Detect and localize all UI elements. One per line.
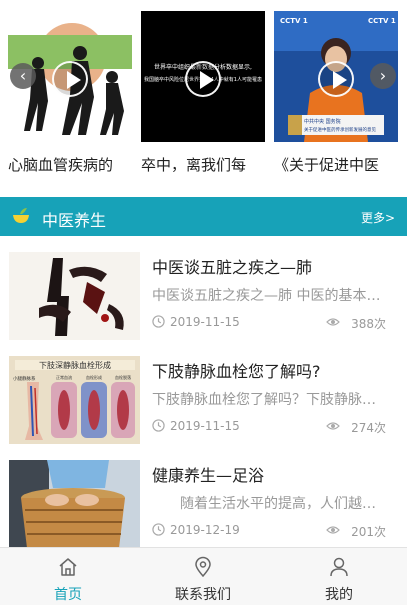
article-excerpt: 中医谈五脏之疾之—肺 中医的基本理论: [152, 288, 386, 304]
eye-icon: [326, 422, 340, 430]
article-meta: 2019-11-15 388次: [152, 314, 386, 332]
section-title: 中医养生: [42, 211, 107, 230]
lower-third-text: 中共中央 国务院: [304, 118, 341, 125]
nav-label: 首页: [54, 587, 82, 603]
view-count: 388次: [351, 317, 386, 331]
section-header: 中医养生 更多>: [0, 197, 407, 236]
home-icon: [59, 558, 77, 576]
publish-date: 2019-11-15: [170, 419, 240, 433]
clock-icon: [152, 523, 165, 536]
play-icon[interactable]: [185, 61, 221, 97]
video-caption: 《关于促进中医: [274, 156, 380, 174]
more-link[interactable]: 更多>: [361, 209, 395, 226]
nav-label: 我的: [325, 587, 353, 603]
publish-date: 2019-12-19: [170, 523, 240, 537]
play-icon[interactable]: [318, 61, 354, 97]
nav-item-contact[interactable]: 联系我们: [135, 548, 271, 605]
thumb-label: 正常血流: [56, 374, 72, 380]
eye-icon: [326, 318, 340, 326]
view-count: 201次: [351, 525, 386, 539]
thumb-label: 血栓形成: [86, 374, 102, 380]
user-icon: [330, 557, 348, 577]
article-title[interactable]: 健康养生—足浴: [152, 462, 264, 486]
view-count: 274次: [351, 421, 386, 435]
chevron-right-icon[interactable]: ›: [370, 63, 396, 89]
article-title[interactable]: 中医谈五脏之疾之—肺: [152, 254, 312, 278]
lower-third-text: 关于促进中医药传承创新发展的意见: [304, 126, 376, 133]
article-thumbnail[interactable]: 下肢深静脉血栓形成 小腿静脉系 正常血流 血栓形成 血栓脱落: [9, 356, 140, 444]
play-icon[interactable]: [52, 61, 88, 97]
channel-logo: CCTV 1: [280, 17, 308, 25]
article-item[interactable]: 中医谈五脏之疾之—肺 中医谈五脏之疾之—肺 中医的基本理论 2019-11-15…: [0, 252, 407, 354]
nav-item-mine[interactable]: 我的: [271, 548, 407, 605]
video-caption: 卒中，离我们每: [141, 156, 247, 174]
article-meta: 2019-12-19 201次: [152, 522, 386, 540]
article-excerpt: 随着生活水平的提高，人们越来越: [152, 496, 386, 512]
nav-label: 联系我们: [175, 587, 231, 603]
video-thumbnail[interactable]: 世界卒中组织最新数据分析数据显示, 我国脑卒中风险位居世界第一,4人中就有1人可…: [141, 11, 265, 142]
video-carousel: 心脑血管疾病的 世界卒中组织最新数据分析数据显示, 我国脑卒中风险位居世界第一,…: [0, 0, 407, 192]
channel-logo: CCTV 1: [368, 17, 396, 25]
thumb-label: 血栓脱落: [115, 374, 131, 380]
publish-date: 2019-11-15: [170, 315, 240, 329]
bowl-icon: [13, 208, 29, 223]
article-thumbnail[interactable]: [9, 252, 140, 340]
video-card[interactable]: 心脑血管疾病的: [8, 11, 132, 175]
article-excerpt: 下肢静脉血栓您了解吗？下肢静脉血栓: [152, 392, 386, 408]
article-title[interactable]: 下肢静脉血栓您了解吗?: [152, 358, 321, 382]
eye-icon: [326, 526, 340, 534]
video-caption: 心脑血管疾病的: [8, 156, 114, 174]
thumb-heading: 下肢深静脉血栓形成: [39, 360, 111, 370]
clock-icon: [152, 419, 165, 432]
location-pin-icon: [195, 556, 211, 578]
chevron-left-icon[interactable]: ‹: [10, 63, 36, 89]
clock-icon: [152, 315, 165, 328]
video-card[interactable]: 中共中央 国务院 关于促进中医药传承创新发展的意见 CCTV 1 CCTV 1 …: [274, 11, 398, 175]
article-thumbnail[interactable]: [9, 460, 140, 548]
bottom-nav: 首页 联系我们 我的: [0, 547, 407, 605]
nav-item-home[interactable]: 首页: [0, 548, 136, 605]
thumb-label: 小腿静脉系: [13, 375, 36, 382]
article-meta: 2019-11-15 274次: [152, 418, 386, 436]
video-card[interactable]: 世界卒中组织最新数据分析数据显示, 我国脑卒中风险位居世界第一,4人中就有1人可…: [141, 11, 265, 175]
article-item[interactable]: 下肢深静脉血栓形成 小腿静脉系 正常血流 血栓形成 血栓脱落 下肢静脉血栓您了解…: [0, 356, 407, 458]
